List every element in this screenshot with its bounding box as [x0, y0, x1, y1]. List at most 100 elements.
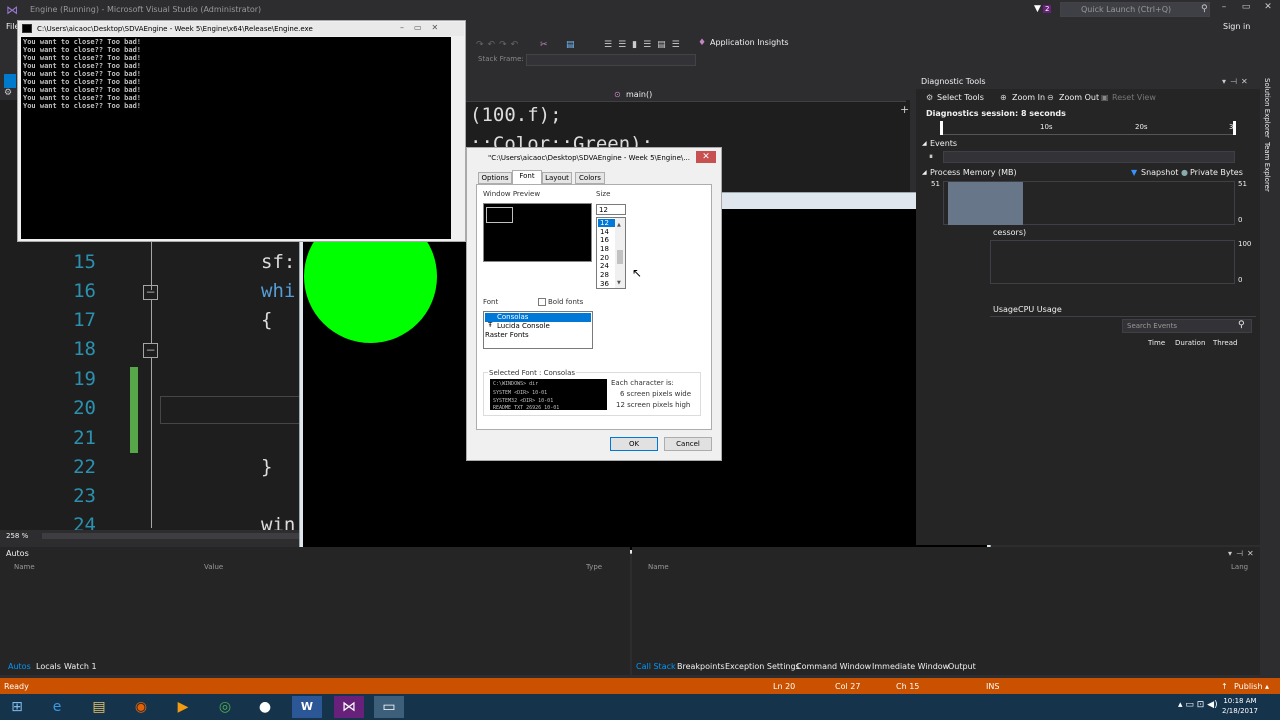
- console-scrollbar[interactable]: [451, 37, 462, 239]
- word-icon[interactable]: W: [292, 696, 322, 718]
- tab-output[interactable]: Output: [948, 662, 976, 671]
- cancel-button[interactable]: Cancel: [664, 437, 712, 451]
- events-track[interactable]: [943, 151, 1235, 163]
- callstack-col-name[interactable]: Name: [648, 563, 669, 571]
- timeline-ruler[interactable]: [940, 121, 1236, 135]
- collapse-toggle[interactable]: −: [143, 285, 158, 300]
- usage-tab[interactable]: Usage: [993, 305, 1018, 314]
- pause-icon[interactable]: ⏸: [929, 152, 933, 162]
- chrome-icon[interactable]: ◎: [210, 696, 240, 718]
- tab-call-stack[interactable]: Call Stack: [636, 662, 676, 671]
- cpu-usage-tab[interactable]: CPU Usage: [1018, 305, 1062, 314]
- size-input[interactable]: 12: [596, 204, 626, 215]
- size-option[interactable]: 28: [598, 271, 616, 279]
- zoom-in-button[interactable]: Zoom In: [1012, 93, 1045, 102]
- team-explorer-tab[interactable]: Team Explorer: [1263, 142, 1271, 192]
- tab-options[interactable]: Options: [478, 172, 512, 184]
- tab-colors[interactable]: Colors: [575, 172, 605, 184]
- stack-frame-select[interactable]: [526, 54, 696, 66]
- dialog-close-button[interactable]: ✕: [696, 151, 716, 163]
- cpu-chart[interactable]: [990, 240, 1235, 284]
- tab-exception-settings[interactable]: Exception Settings: [725, 662, 800, 671]
- events-col-duration[interactable]: Duration: [1175, 339, 1205, 347]
- autos-col-type[interactable]: Type: [586, 563, 602, 571]
- system-tray-icons[interactable]: ▴ ▭ ⊡ ◀): [1178, 700, 1218, 710]
- obs-icon[interactable]: ●: [250, 696, 280, 718]
- quick-launch-input[interactable]: Quick Launch (Ctrl+Q): [1060, 2, 1210, 17]
- editor-horizontal-scrollbar[interactable]: [42, 533, 300, 539]
- zoom-out-button[interactable]: Zoom Out: [1059, 93, 1099, 102]
- internet-explorer-icon[interactable]: e: [42, 696, 72, 718]
- callstack-col-lang[interactable]: Lang: [1231, 563, 1248, 571]
- font-option-raster[interactable]: Raster Fonts: [485, 331, 591, 340]
- size-option[interactable]: 20: [598, 254, 616, 262]
- scroll-up-icon[interactable]: ▲: [617, 222, 621, 228]
- timeline-tick: 20s: [1135, 123, 1148, 131]
- console-window-controls[interactable]: –▭✕: [400, 23, 448, 32]
- tab-autos[interactable]: Autos: [8, 662, 31, 671]
- maximize-button[interactable]: ▭: [1236, 2, 1256, 16]
- autos-col-name[interactable]: Name: [14, 563, 35, 571]
- tab-locals[interactable]: Locals: [36, 662, 61, 671]
- mouse-cursor-icon: ↖: [632, 266, 643, 280]
- publish-button[interactable]: Publish: [1234, 682, 1263, 691]
- select-tools-button[interactable]: Select Tools: [937, 93, 984, 102]
- scroll-down-icon[interactable]: ▼: [617, 280, 621, 286]
- events-col-time[interactable]: Time: [1148, 339, 1165, 347]
- memory-axis-max: 51: [931, 180, 940, 188]
- timeline-start-marker[interactable]: [940, 121, 943, 135]
- expand-events-icon[interactable]: ◢: [922, 140, 927, 147]
- notification-badge[interactable]: 2: [1043, 5, 1052, 13]
- sign-in-link[interactable]: Sign in: [1223, 22, 1250, 31]
- insights-icon: ♦: [698, 38, 707, 48]
- bold-fonts-checkbox[interactable]: [538, 298, 546, 306]
- events-col-thread[interactable]: Thread: [1213, 339, 1237, 347]
- scroll-thumb[interactable]: [617, 250, 623, 264]
- status-bar: [0, 678, 1280, 694]
- search-events-input[interactable]: Search Events: [1122, 319, 1252, 333]
- format-icons[interactable]: ☰☰▮☰▤☰: [604, 40, 686, 50]
- tab-command-window[interactable]: Command Window: [796, 662, 871, 671]
- size-option[interactable]: 16: [598, 236, 616, 244]
- thread-icon[interactable]: ✂: [540, 40, 548, 50]
- frame-icon[interactable]: ▤: [566, 40, 575, 50]
- panel-pin-close-icons[interactable]: ▾⊣✕: [1222, 77, 1252, 86]
- size-option[interactable]: 12: [598, 219, 616, 227]
- autos-col-value[interactable]: Value: [204, 563, 223, 571]
- minimize-button[interactable]: –: [1214, 2, 1234, 16]
- tab-watch-1[interactable]: Watch 1: [64, 662, 97, 671]
- step-icons[interactable]: ↷↶↷↶: [476, 40, 522, 50]
- solution-explorer-tab[interactable]: Solution Explorer: [1263, 78, 1271, 138]
- application-insights-button[interactable]: Application Insights: [710, 38, 789, 47]
- size-option[interactable]: 18: [598, 245, 616, 253]
- firefox-icon[interactable]: ◉: [126, 696, 156, 718]
- line-number: 23: [73, 485, 96, 507]
- publish-dropdown-icon[interactable]: ▴: [1265, 682, 1269, 691]
- font-option-consolas[interactable]: Consolas: [485, 313, 591, 322]
- function-dropdown[interactable]: main(): [626, 90, 652, 99]
- collapse-toggle[interactable]: −: [143, 343, 158, 358]
- filter-icon[interactable]: ▼: [1034, 4, 1041, 14]
- font-option-lucida[interactable]: Lucida Console: [485, 322, 591, 331]
- start-button-icon[interactable]: ⊞: [2, 696, 32, 718]
- size-option[interactable]: 14: [598, 228, 616, 236]
- tab-font[interactable]: Font: [512, 170, 542, 185]
- taskbar-clock[interactable]: 10:18 AM 2/18/2017: [1222, 696, 1258, 716]
- size-option[interactable]: 24: [598, 262, 616, 270]
- selected-font-label: Selected Font : Consolas: [488, 369, 577, 377]
- tab-immediate-window[interactable]: Immediate Window: [872, 662, 949, 671]
- size-option[interactable]: 36: [598, 280, 616, 288]
- console-taskbar-icon[interactable]: ▭: [374, 696, 404, 718]
- file-explorer-icon[interactable]: ▤: [84, 696, 114, 718]
- expand-memory-icon[interactable]: ◢: [922, 169, 927, 176]
- tab-layout[interactable]: Layout: [542, 172, 572, 184]
- reset-view-button[interactable]: Reset View: [1112, 93, 1156, 102]
- expand-editor-icon[interactable]: +: [900, 103, 909, 116]
- close-button[interactable]: ✕: [1258, 2, 1278, 16]
- ok-button[interactable]: OK: [610, 437, 658, 451]
- tab-breakpoints[interactable]: Breakpoints: [677, 662, 725, 671]
- search-icon: ⚲: [1201, 4, 1208, 14]
- panel-pin-close-icons[interactable]: ▾⊣✕: [1228, 549, 1258, 558]
- media-player-icon[interactable]: ▶: [168, 696, 198, 718]
- visual-studio-icon[interactable]: ⋈: [334, 696, 364, 718]
